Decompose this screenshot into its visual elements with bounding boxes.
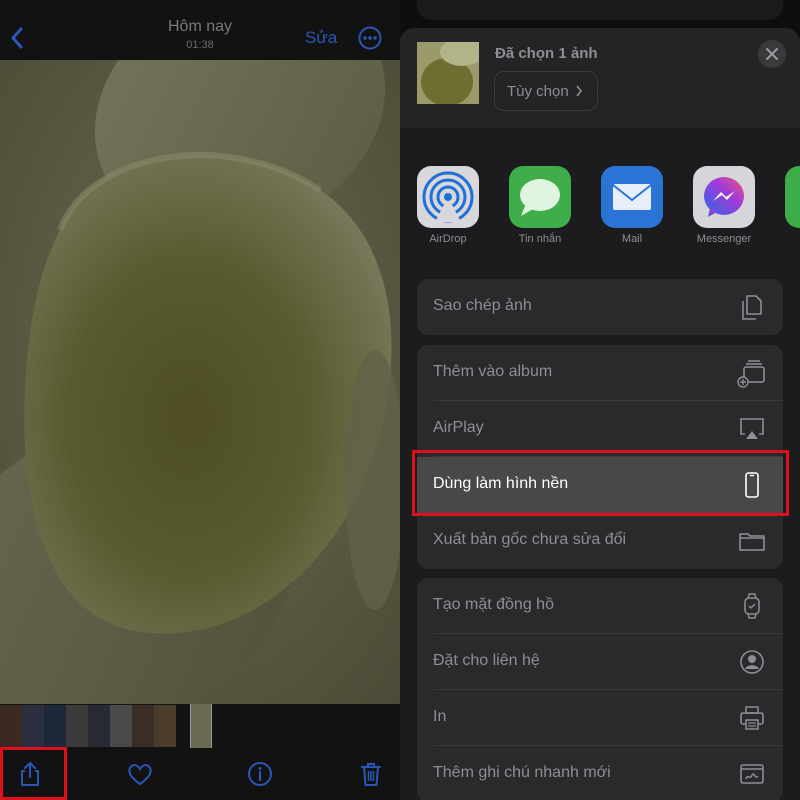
thumbnail[interactable] [154,705,176,747]
selected-count-title: Đã chọn 1 ảnh [495,45,598,62]
more-options-icon[interactable] [358,26,382,50]
options-label: Tùy chọn [507,82,569,100]
contact-icon [740,650,764,674]
airplay-icon [740,418,764,439]
app-label: Mail [621,233,643,245]
thumbnail[interactable] [88,705,110,747]
photos-viewer: Hôm nay 01:38 Sửa [0,0,400,800]
actions-group-more: Tạo mặt đồng hồ Đặt cho liên hệ In Thêm … [417,578,783,800]
app-icon-partial [785,166,800,228]
main-photo[interactable] [0,60,400,704]
action-label: AirPlay [433,419,484,436]
action-label: In [433,708,447,725]
close-button[interactable] [758,40,786,68]
action-label: Thêm ghi chú nhanh mới [433,764,611,781]
thumbnail[interactable] [66,705,88,747]
chevron-right-icon [576,85,582,97]
action-create-watch-face[interactable]: Tạo mặt đồng hồ [417,578,783,634]
actions-group-copy: Sao chép ảnh [417,279,783,335]
thumbnail[interactable] [44,705,66,747]
share-sheet-header: Đã chọn 1 ảnh Tùy chọn [400,28,800,128]
app-mail[interactable]: Mail [600,166,664,245]
thumbnail[interactable] [22,705,44,747]
folder-icon [739,533,765,551]
action-export-unmodified-original[interactable]: Xuất bản gốc chưa sửa đổi [417,513,783,569]
app-more-partial[interactable] [784,166,800,228]
action-label: Xuất bản gốc chưa sửa đổi [433,531,627,548]
thumbnail[interactable] [132,705,154,747]
nav-title: Hôm nay [167,18,233,35]
edit-button[interactable]: Sửa [305,28,337,48]
action-airplay[interactable]: AirPlay [417,401,783,457]
action-label: Sao chép ảnh [433,297,532,314]
airdrop-icon [417,166,479,228]
trash-icon[interactable] [357,760,385,788]
action-assign-to-contact[interactable]: Đặt cho liên hệ [417,634,783,690]
current-thumbnail[interactable] [190,704,212,748]
wallpaper-action-highlight-box [412,450,789,516]
action-label: Đặt cho liên hệ [433,652,540,669]
app-label: Messenger [696,233,752,245]
share-sheet-screen: Đã chọn 1 ảnh Tùy chọn AirDrop Tin nhắn … [400,0,800,800]
photo-nav-bar: Hôm nay 01:38 Sửa [0,0,400,60]
nav-subtitle-time: 01:38 [186,39,214,51]
app-messages[interactable]: Tin nhắn [508,166,572,245]
messenger-icon [693,166,755,228]
heart-icon[interactable] [126,760,154,788]
action-add-to-album[interactable]: Thêm vào album [417,345,783,401]
options-button[interactable]: Tùy chọn [494,71,598,111]
app-label: Tin nhắn [518,233,562,245]
add-to-album-icon [737,360,765,388]
printer-icon [740,706,764,730]
share-sheet: Đã chọn 1 ảnh Tùy chọn AirDrop Tin nhắn … [400,28,800,800]
mail-icon [601,166,663,228]
share-button-highlight-box [0,747,67,800]
action-add-quick-note[interactable]: Thêm ghi chú nhanh mới [417,746,783,800]
app-messenger[interactable]: Messenger [692,166,756,245]
copy-icon [742,295,762,320]
watch-icon [744,593,760,619]
info-icon[interactable] [246,760,274,788]
thumbnail[interactable] [0,705,22,747]
thumbnail[interactable] [110,705,132,747]
app-airdrop[interactable]: AirDrop [416,166,480,245]
action-copy-photo[interactable]: Sao chép ảnh [417,279,783,335]
app-label: AirDrop [429,233,467,245]
close-icon [766,48,778,60]
abstract-wallpaper-image [0,60,400,704]
selected-photo-thumbnail [417,42,479,104]
action-label: Thêm vào album [433,363,553,380]
action-label: Tạo mặt đồng hồ [433,596,554,613]
background-sheet-edge [417,0,783,20]
action-print[interactable]: In [417,690,783,746]
messages-icon [509,166,571,228]
quick-note-icon [740,764,764,784]
